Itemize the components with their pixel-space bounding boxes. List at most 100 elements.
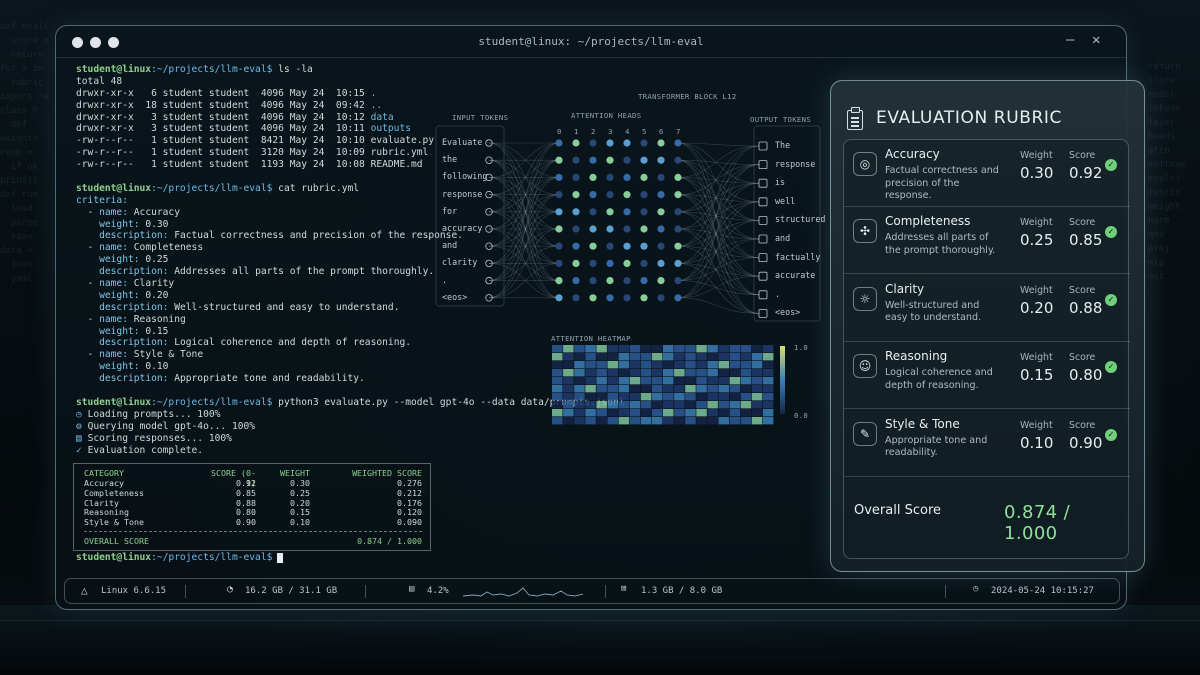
close-icon[interactable]: ✕: [1092, 32, 1100, 48]
attention-node: [657, 156, 665, 164]
yaml-description-line: description: Logical coherence and depth…: [76, 337, 576, 349]
heatmap-cell: [707, 385, 718, 393]
file-meta: drwxr-xr-x 3 student student 4096 May 24…: [76, 123, 371, 135]
yaml-name-line: - name: Completeness: [76, 242, 204, 254]
output-connection-line: [677, 159, 760, 165]
attention-node: [606, 173, 614, 181]
table-cell: Style & Tone: [84, 517, 144, 528]
file-meta: -rw-r--r-- 1 student student 1193 May 24…: [76, 159, 371, 171]
output-connection-line: [677, 177, 760, 184]
yaml-value: Logical coherence and depth of reasoning…: [174, 337, 412, 349]
yaml-key: name:: [99, 349, 128, 361]
heatmap-cell: [740, 361, 752, 369]
heatmap-cell: [663, 361, 674, 369]
heatmap-cell: [607, 417, 618, 425]
score-value: 0.92: [1069, 164, 1103, 182]
title-bar[interactable]: student@linux: ~/projects/llm-eval — ✕: [56, 26, 1126, 58]
heatmap-cell: [640, 377, 652, 385]
heatmap-cell: [729, 377, 741, 385]
attention-heads-label: ATTENTION HEADS: [571, 111, 642, 120]
attention-node: [589, 191, 597, 199]
results-table: CATEGORY SCORE (0-1) WEIGHT WEIGHTED SCORE A…: [73, 463, 431, 551]
yaml-description-line: description: Factual correctness and pre…: [76, 230, 576, 242]
minimize-icon[interactable]: —: [1066, 32, 1074, 48]
output-token-box-icon: [758, 197, 768, 207]
prompt-path: :~/projects/llm-eval$: [151, 551, 273, 563]
head-index-label: 3: [608, 127, 613, 136]
heatmap-cell: [751, 385, 763, 393]
score-label: Score: [1069, 217, 1096, 229]
yaml-key: name:: [99, 206, 128, 218]
background-code-right: return score model tokens layer heads at…: [1148, 62, 1186, 282]
yaml-value: 0.15: [145, 325, 169, 337]
progress-icon: ◷: [76, 408, 82, 420]
heatmap-cell: [618, 345, 630, 353]
attention-node: [606, 294, 614, 302]
gpu-icon: ⊠: [621, 584, 627, 594]
check-icon: ✓: [1105, 428, 1117, 441]
heatmap-cell: [663, 385, 674, 393]
heatmap-cell: [685, 377, 696, 385]
output-connection-line: [677, 159, 760, 314]
ls-row: -rw-r--r-- 1 student student 8421 May 24…: [76, 135, 576, 147]
file-meta: -rw-r--r-- 1 student student 3120 May 24…: [76, 147, 371, 159]
heatmap-scale-min: 0.0: [794, 411, 809, 420]
score-label: Score: [1069, 419, 1096, 431]
output-connection-line: [677, 142, 760, 221]
output-connection-line: [677, 194, 760, 277]
output-token-box-icon: [758, 290, 768, 300]
heatmap-cell: [718, 401, 729, 409]
floor: [0, 605, 1200, 675]
yaml-name-line: - name: Accuracy: [76, 206, 180, 218]
weight-value: 0.30: [1020, 164, 1054, 182]
head-index-label: 1: [574, 127, 579, 136]
file-name: .: [370, 87, 377, 99]
output-connection-line: [677, 211, 760, 296]
heatmap-cell: [663, 401, 674, 409]
datetime: 2024-05-24 10:15:27: [991, 586, 1094, 596]
table-cell: 0.10: [290, 517, 310, 528]
attention-node: [606, 208, 614, 216]
attention-node: [674, 242, 682, 250]
yaml-root: criteria:: [76, 195, 576, 207]
yaml-value: Reasoning: [133, 313, 186, 325]
attention-node: [657, 173, 665, 181]
progress-text: Evaluation complete.: [87, 444, 204, 456]
cursor[interactable]: [277, 552, 284, 563]
head-index-label: 4: [625, 127, 630, 136]
heatmap-cell: [729, 369, 741, 377]
weight-label: Weight: [1020, 150, 1053, 161]
yaml-value: Well-structured and easy to understand.: [174, 301, 400, 313]
attention-heatmap-label: ATTENTION HEATMAP: [551, 334, 631, 343]
file-name: ..: [370, 99, 383, 111]
heatmap-scale-max: 1.0: [794, 343, 809, 352]
weight-value: 0.20: [1020, 298, 1054, 317]
heatmap-cell: [707, 401, 718, 409]
output-connection-line: [677, 220, 760, 247]
attention-node: [657, 225, 665, 233]
heatmap-cell: [651, 401, 663, 409]
input-token: response: [442, 188, 483, 199]
output-token: and: [775, 233, 791, 243]
heatmap-cell: [596, 361, 607, 369]
output-connection-line: [677, 142, 760, 184]
command-text: ls -la: [272, 64, 313, 75]
heatmap-cell: [740, 417, 752, 425]
file-meta: drwxr-xr-x 6 student student 4096 May 24…: [76, 87, 371, 99]
weight-label: Weight: [1020, 284, 1053, 296]
heatmap-cell: [718, 385, 729, 393]
heatmap-cell: [629, 361, 641, 369]
heatmap-cell: [762, 353, 774, 361]
criterion-name: Clarity: [885, 281, 925, 296]
yaml-description-line: description: Appropriate tone and readab…: [76, 373, 576, 385]
yaml-key: weight:: [99, 254, 140, 266]
progress-line: ⚙ Querying model gpt-4o... 100%: [76, 421, 576, 433]
heatmap-cell: [640, 393, 652, 401]
yaml-name-line: - name: Clarity: [76, 278, 175, 290]
yaml-key: description:: [99, 373, 169, 385]
score-label: Score: [1069, 284, 1096, 296]
overall-row: OVERALL SCORE 0.874 / 1.000: [84, 536, 424, 547]
yaml-value: 0.25: [145, 254, 169, 266]
attention-node: [623, 277, 631, 285]
heatmap-cell: [718, 393, 729, 401]
